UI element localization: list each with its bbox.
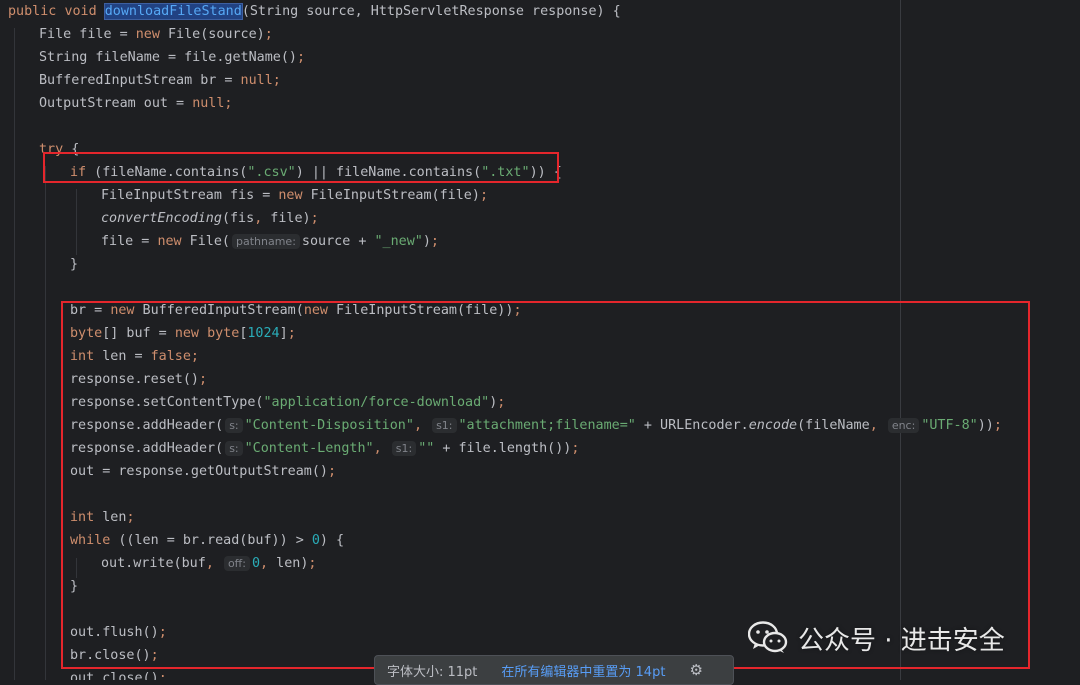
code-token: ; — [264, 27, 273, 42]
gear-icon[interactable]: ⚙ — [689, 661, 702, 679]
highlight-box-download-logic — [61, 301, 1030, 669]
watermark: 公众号 · 进击安全 — [748, 616, 1005, 660]
code-token: ; — [479, 188, 488, 203]
code-line: FileInputStream fis = new FileInputStrea… — [101, 184, 488, 207]
code-token: public — [8, 4, 57, 19]
indent-guide — [45, 166, 46, 680]
reset-font-size-link[interactable]: 在所有编辑器中重置为 14pt — [501, 661, 665, 680]
code-token: (String source, HttpServletResponse resp… — [241, 4, 621, 19]
wechat-icon — [748, 621, 788, 653]
code-token: FileInputStream(file) — [302, 188, 480, 203]
code-token: ; — [430, 234, 439, 249]
code-token: OutputStream out = — [39, 96, 193, 111]
code-token: null; — [192, 96, 233, 111]
parameter-hint: pathname: — [232, 234, 300, 249]
code-line: public void downloadFileStand(String sou… — [8, 0, 621, 23]
indent-guide — [14, 28, 15, 680]
watermark-text: 公众号 · 进击安全 — [798, 625, 1005, 656]
code-editor[interactable]: public void downloadFileStand(String sou… — [0, 0, 1080, 680]
code-token: ; — [296, 50, 306, 65]
code-line: convertEncoding(fis, file); — [101, 207, 319, 230]
indent-guide — [76, 189, 77, 255]
code-token: ; — [310, 211, 319, 226]
code-token: ) — [422, 234, 431, 249]
code-line: String fileName = file.getName(); — [39, 46, 305, 69]
code-line: BufferedInputStream br = null; — [39, 69, 281, 92]
code-token: convertEncoding — [101, 211, 222, 226]
code-token: ; — [158, 671, 167, 680]
code-token: "_new" — [374, 234, 423, 249]
font-size-label: 字体大小: 11pt — [387, 664, 478, 680]
code-token: String fileName = file.getName() — [39, 50, 297, 65]
code-line: file = new File(pathname: source + "_new"… — [101, 230, 439, 253]
code-token: file = — [101, 234, 158, 249]
code-token: FileInputStream fis = — [101, 188, 279, 203]
code-token: BufferedInputStream br = — [39, 73, 241, 88]
code-token: File( — [181, 234, 230, 249]
code-token: downloadFileStand — [103, 3, 243, 20]
code-token: File(source) — [159, 27, 265, 42]
code-token: out.close() — [70, 671, 159, 680]
code-line: } — [70, 253, 78, 276]
code-token: source + — [301, 234, 375, 249]
code-token: void — [64, 4, 97, 19]
code-token: } — [70, 257, 79, 272]
code-token: file) — [262, 211, 311, 226]
font-size-popup: 字体大小: 11pt 在所有编辑器中重置为 14pt ⚙ — [374, 655, 734, 685]
code-token: new — [157, 234, 182, 249]
code-token: File file = — [39, 27, 136, 42]
code-token: null; — [240, 73, 281, 88]
code-token: new — [278, 188, 303, 203]
code-token: (fis — [221, 211, 255, 226]
code-line: OutputStream out = null; — [39, 92, 233, 115]
code-line: File file = new File(source); — [39, 23, 273, 46]
highlight-box-condition — [43, 152, 559, 183]
code-token: new — [135, 27, 160, 42]
